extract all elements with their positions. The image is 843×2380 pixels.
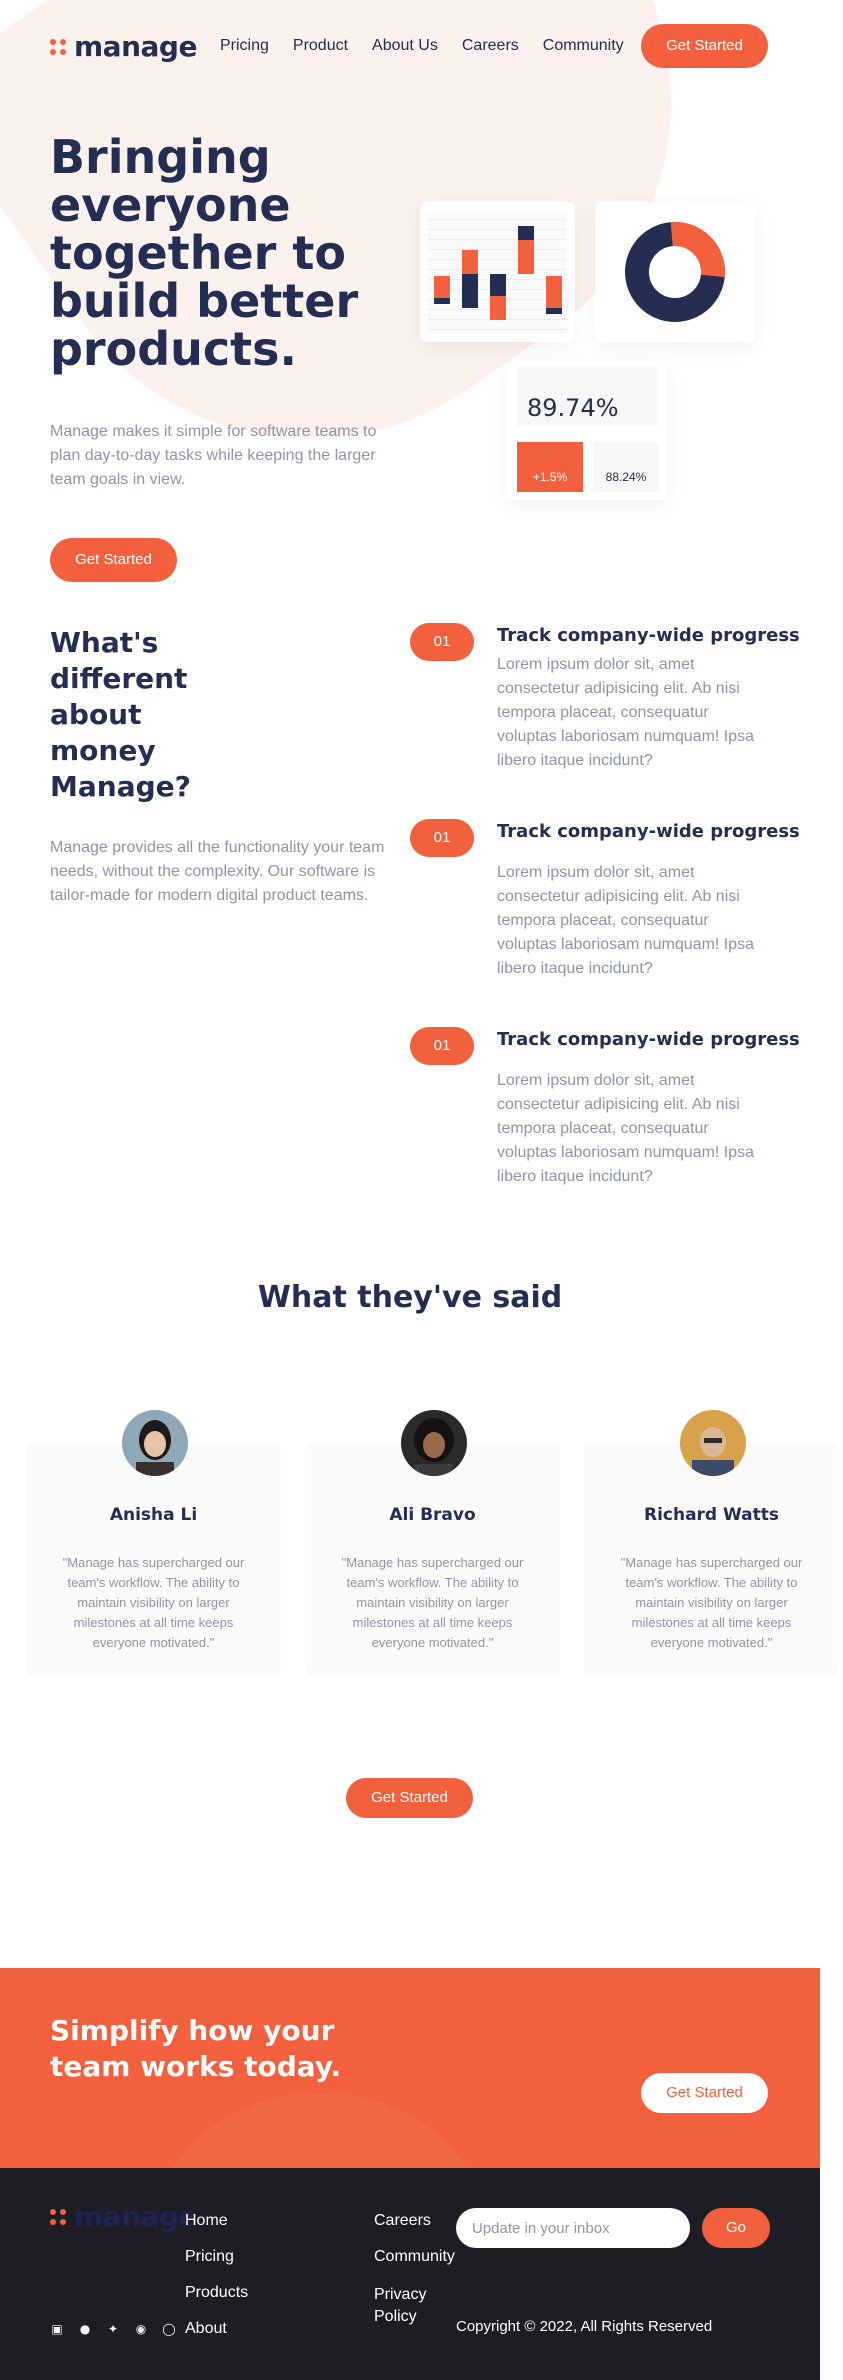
bar-chart-illustration — [434, 226, 562, 320]
feature-number-badge: 01 — [410, 623, 474, 661]
testimonial-card: Richard Watts "Manage has supercharged o… — [584, 1443, 839, 1675]
avatar — [122, 1410, 188, 1476]
donut-chart-card — [595, 202, 755, 342]
footer-link-privacy-policy[interactable]: Privacy Policy — [374, 2284, 464, 2328]
footer-links-primary: Home Pricing Products About — [185, 2212, 248, 2356]
testimonial-card: Anisha Li "Manage has supercharged our t… — [26, 1443, 281, 1675]
testimonial-card: Ali Bravo "Manage has supercharged our t… — [305, 1443, 560, 1675]
bar-chart-card — [420, 202, 575, 342]
footer-logo-text: manage — [74, 2200, 197, 2233]
footer-logo[interactable]: manage — [50, 2200, 197, 2233]
logo-text: manage — [74, 30, 197, 63]
footer-link-products[interactable]: Products — [185, 2284, 248, 2320]
testimonials-get-started-button[interactable]: Get Started — [346, 1778, 473, 1818]
testimonials-heading: What they've said — [257, 1280, 563, 1315]
logo[interactable]: manage — [50, 30, 197, 63]
features-title: What's different about money Manage? — [50, 626, 191, 803]
stats-card: 89.74% +1.5% 88.24% — [507, 360, 667, 500]
newsletter-go-button[interactable]: Go — [702, 2208, 770, 2248]
social-links: ▣ ● ✦ ◉ ◯ — [50, 2322, 176, 2336]
cta-get-started-button[interactable]: Get Started — [641, 2073, 768, 2113]
footer-link-about[interactable]: About — [185, 2320, 248, 2356]
testimonial-quote: "Manage has supercharged our team's work… — [341, 1555, 524, 1650]
avatar — [680, 1410, 746, 1476]
main-stat-value: 89.74% — [527, 394, 619, 422]
hero-description: Manage makes it simple for software team… — [50, 423, 377, 488]
footer-links-secondary: Careers Community Privacy Policy — [374, 2212, 464, 2328]
testimonial-quote: "Manage has supercharged our team's work… — [62, 1555, 245, 1650]
feature-text: Lorem ipsum dolor sit, amet consectetur … — [497, 864, 755, 977]
testimonial-quote: "Manage has supercharged our team's work… — [620, 1555, 803, 1650]
cta-title: Simplify how your team works today. — [50, 2014, 342, 2083]
logo-icon — [50, 2208, 66, 2225]
feature-title: Track company-wide progress — [497, 821, 800, 842]
nav-link-product[interactable]: Product — [293, 37, 348, 55]
newsletter-email-input[interactable] — [456, 2208, 690, 2248]
testimonial-name: Anisha Li — [109, 1505, 198, 1525]
pinterest-icon[interactable]: ◉ — [134, 2322, 148, 2336]
youtube-icon[interactable]: ● — [78, 2322, 92, 2336]
secondary-stat-value: 88.24% — [593, 442, 659, 492]
footer-link-careers[interactable]: Careers — [374, 2212, 464, 2248]
avatar — [401, 1410, 467, 1476]
nav-link-about-us[interactable]: About Us — [372, 37, 438, 55]
feature-title: Track company-wide progress — [497, 625, 800, 646]
feature-text: Lorem ipsum dolor sit, amet consectetur … — [497, 656, 755, 769]
nav-link-community[interactable]: Community — [543, 37, 624, 55]
feature-number-badge: 01 — [410, 819, 474, 857]
donut-chart-illustration — [625, 222, 725, 322]
facebook-icon[interactable]: ▣ — [50, 2322, 64, 2336]
testimonial-name: Richard Watts — [643, 1505, 780, 1525]
main-nav: Pricing Product About Us Careers Communi… — [220, 37, 624, 55]
site-header: manage Pricing Product About Us Careers … — [0, 0, 843, 90]
feature-title: Track company-wide progress — [497, 1029, 800, 1050]
site-footer: manage Home Pricing Products About Caree… — [0, 2168, 820, 2380]
header-get-started-button[interactable]: Get Started — [641, 24, 768, 68]
nav-link-careers[interactable]: Careers — [462, 37, 519, 55]
change-stat-badge: +1.5% — [517, 442, 583, 492]
feature-number-badge: 01 — [410, 1027, 474, 1065]
copyright-text: Copyright © 2022, All Rights Reserved — [456, 2318, 713, 2335]
hero-title: Bringing everyone together to build bett… — [50, 130, 359, 376]
hero-get-started-button[interactable]: Get Started — [50, 538, 177, 582]
testimonial-name: Ali Bravo — [389, 1505, 476, 1525]
nav-link-pricing[interactable]: Pricing — [220, 37, 269, 55]
footer-link-community[interactable]: Community — [374, 2248, 464, 2284]
footer-link-pricing[interactable]: Pricing — [185, 2248, 248, 2284]
cta-banner: Simplify how your team works today. Get … — [0, 1968, 820, 2168]
twitter-icon[interactable]: ✦ — [106, 2322, 120, 2336]
footer-link-home[interactable]: Home — [185, 2212, 248, 2248]
feature-text: Lorem ipsum dolor sit, amet consectetur … — [497, 1072, 755, 1185]
features-description: Manage provides all the functionality yo… — [50, 839, 385, 904]
cta-decoration — [150, 2093, 490, 2168]
instagram-icon[interactable]: ◯ — [162, 2322, 176, 2336]
logo-icon — [50, 38, 66, 55]
